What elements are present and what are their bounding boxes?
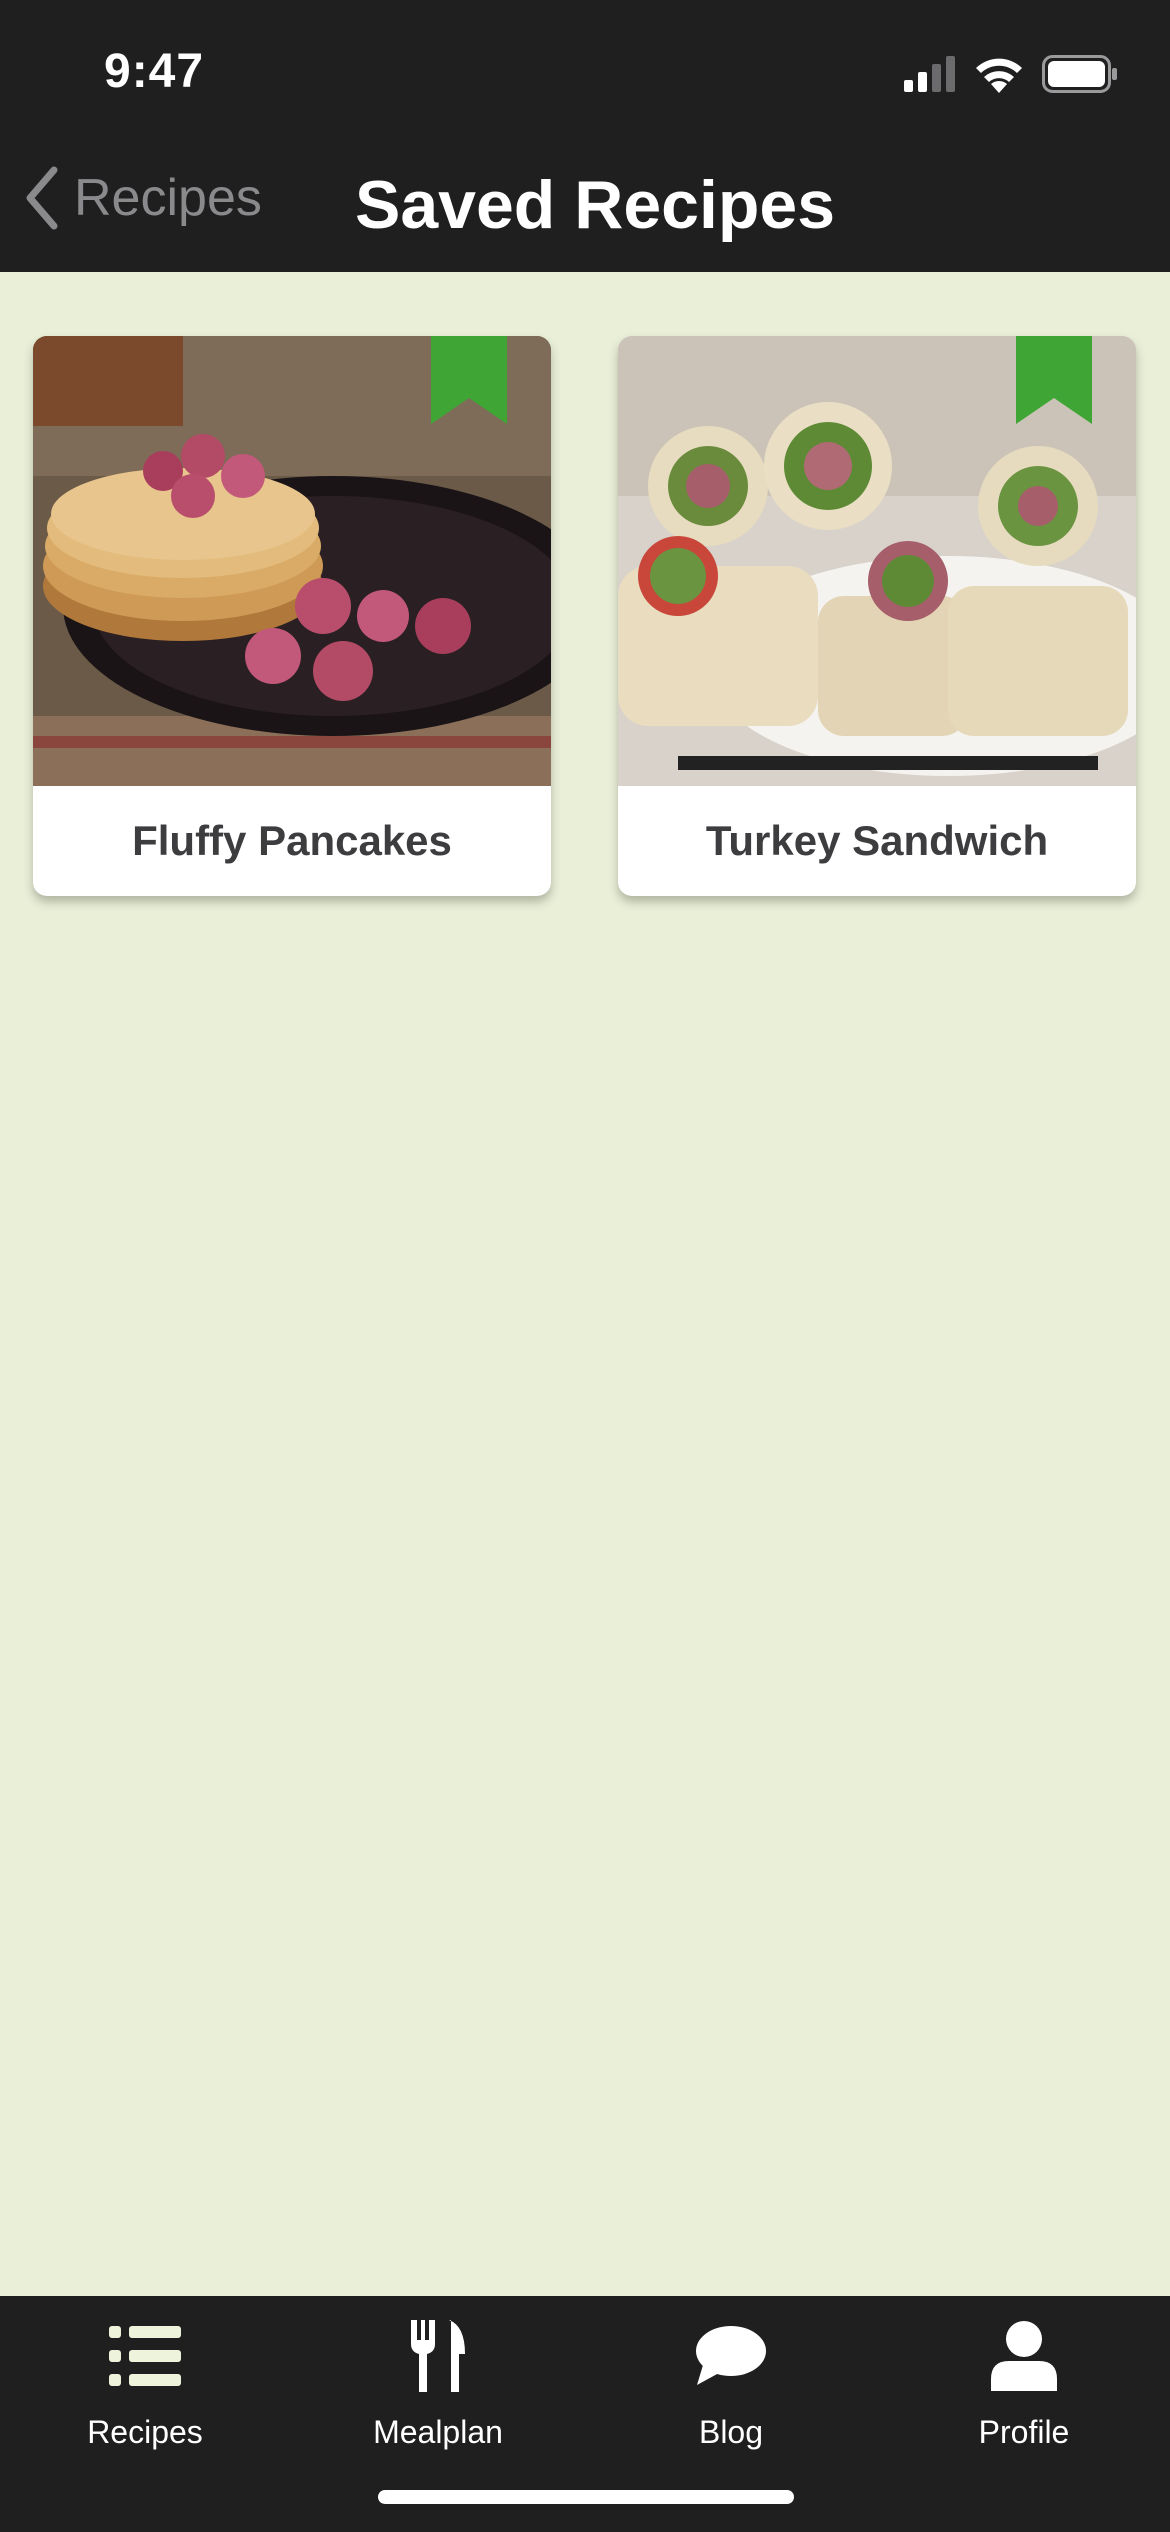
- status-time: 9:47: [104, 45, 205, 98]
- tab-profile[interactable]: Profile: [914, 2316, 1134, 2466]
- fork-knife-icon: [411, 2320, 465, 2392]
- tab-recipes[interactable]: Recipes: [35, 2316, 255, 2466]
- battery-icon: [1042, 55, 1117, 93]
- signal-icon: [904, 56, 955, 92]
- tab-mealplan[interactable]: Mealplan: [328, 2316, 548, 2466]
- tab-label: Mealplan: [373, 2414, 503, 2450]
- wifi-icon: [976, 58, 1022, 93]
- back-label: Recipes: [74, 169, 262, 227]
- recipe-title: Fluffy Pancakes: [132, 817, 452, 864]
- person-icon: [991, 2321, 1057, 2391]
- status-icons: [904, 54, 1118, 94]
- tab-label: Profile: [978, 2414, 1070, 2450]
- bookmark-icon[interactable]: [1016, 336, 1092, 424]
- list-icon: [109, 2326, 181, 2386]
- recipe-card-turkey-sandwich[interactable]: Turkey Sandwich: [618, 336, 1136, 896]
- bookmark-icon[interactable]: [431, 336, 507, 424]
- page-title: Saved Recipes: [355, 167, 836, 243]
- recipe-title: Turkey Sandwich: [705, 817, 1049, 864]
- tab-label: Blog: [698, 2414, 764, 2450]
- home-indicator[interactable]: [378, 2490, 794, 2504]
- back-button[interactable]: Recipes: [22, 166, 262, 230]
- recipe-card-fluffy-pancakes[interactable]: Fluffy Pancakes: [33, 336, 551, 896]
- tab-blog[interactable]: Blog: [621, 2316, 841, 2466]
- chevron-left-icon: [26, 166, 58, 230]
- tab-label: Recipes: [87, 2414, 203, 2450]
- header: 9:47 Recipes Saved Recipes: [0, 0, 1170, 272]
- speech-bubble-icon: [696, 2326, 766, 2385]
